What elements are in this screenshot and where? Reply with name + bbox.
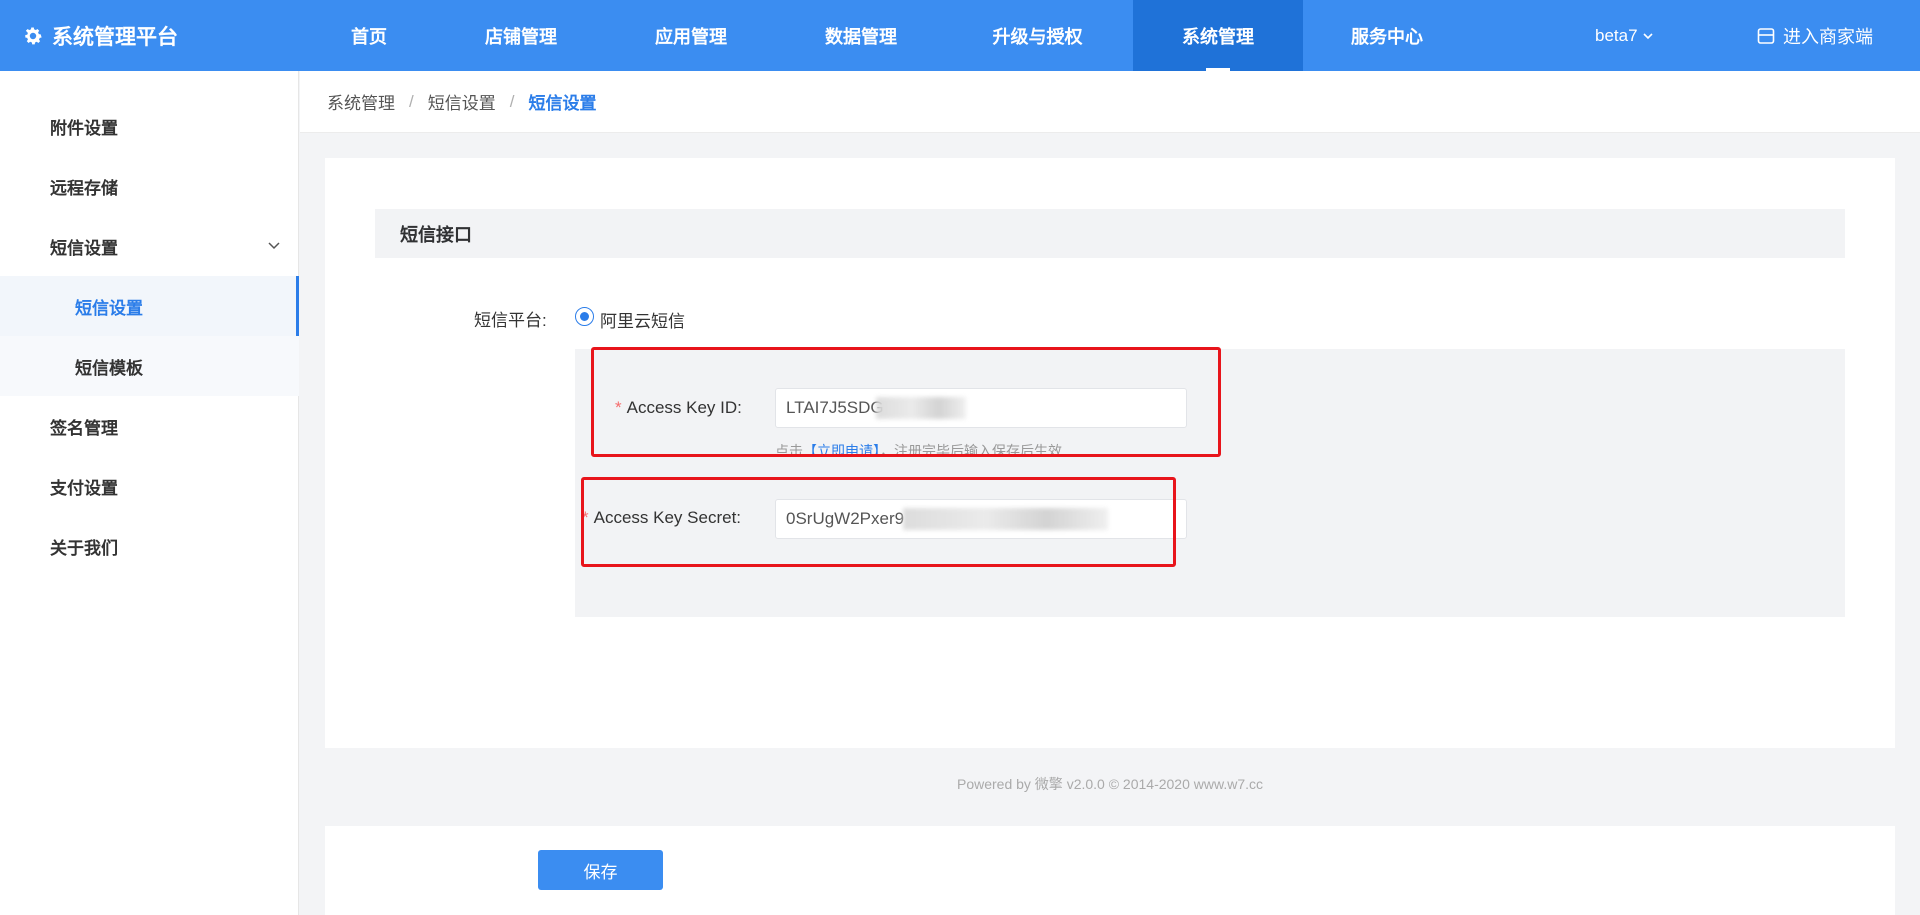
chevron-down-icon	[1642, 32, 1653, 39]
brand-title: 系统管理平台	[52, 25, 178, 49]
footer: Powered by 微擎 v2.0.0 © 2014-2020 www.w7.…	[956, 776, 1264, 792]
breadcrumb-item[interactable]: 短信设置	[428, 89, 496, 114]
sidebar-item-label: 附件设置	[50, 118, 118, 138]
username: beta7	[1595, 25, 1638, 45]
sidebar-item-label: 短信模板	[75, 358, 143, 378]
sidebar-item-remote-storage[interactable]: 远程存储	[0, 156, 299, 216]
sidebar-subitem-sms-templates[interactable]: 短信模板	[0, 336, 299, 396]
sidebar-item-payment[interactable]: 支付设置	[0, 456, 299, 516]
gear-icon	[25, 26, 42, 44]
sidebar-item-label: 关于我们	[50, 538, 118, 558]
breadcrumb-current: 短信设置	[528, 94, 597, 113]
sidebar: 附件设置 远程存储 短信设置 短信设置 短信模板 签名管理 支付设置 关于我们	[0, 71, 299, 915]
nav-upgrade-license[interactable]: 升级与授权	[970, 0, 1105, 71]
nav-service-center[interactable]: 服务中心	[1332, 0, 1442, 71]
nav-shop-management[interactable]: 店铺管理	[466, 0, 576, 71]
nav-label: 服务中心	[1351, 26, 1423, 47]
save-button[interactable]: 保存	[538, 850, 663, 890]
merchant-link[interactable]: 进入商家端	[1757, 0, 1873, 71]
sidebar-item-attachment[interactable]: 附件设置	[0, 96, 299, 156]
nav-label: 系统管理	[1182, 26, 1254, 47]
sidebar-item-label: 短信设置	[50, 238, 118, 258]
breadcrumb: 系统管理 / 短信设置 / 短信设置	[300, 71, 1920, 133]
nav-app-management[interactable]: 应用管理	[636, 0, 746, 71]
sidebar-item-label: 支付设置	[50, 478, 118, 498]
sidebar-subitem-sms-settings[interactable]: 短信设置	[0, 276, 299, 336]
section-title: 短信接口	[375, 209, 1845, 258]
sidebar-item-label: 远程存储	[50, 178, 118, 198]
nav-label: 数据管理	[825, 26, 897, 47]
highlight-box-access-key-id	[591, 347, 1221, 457]
breadcrumb-item[interactable]: 系统管理	[327, 89, 395, 114]
breadcrumb-separator: /	[509, 91, 515, 111]
highlight-box-access-key-secret	[581, 477, 1176, 567]
nav-label: 店铺管理	[485, 26, 557, 47]
platform-label-text: 短信平台:	[474, 311, 547, 330]
nav-label: 首页	[351, 26, 387, 47]
top-navbar: 系统管理平台 首页 店铺管理 应用管理 数据管理 升级与授权 系统管理 服务中心…	[0, 0, 1920, 71]
user-menu[interactable]: beta7	[1595, 0, 1654, 71]
sidebar-item-label: 签名管理	[50, 418, 118, 438]
merchant-label: 进入商家端	[1783, 26, 1873, 47]
nav-system-management[interactable]: 系统管理	[1133, 0, 1303, 71]
sidebar-item-sms-settings[interactable]: 短信设置	[0, 216, 299, 276]
sidebar-item-about[interactable]: 关于我们	[0, 516, 299, 576]
radio-aliyun-sms-label[interactable]: 阿里云短信	[600, 307, 685, 332]
brand[interactable]: 系统管理平台	[22, 0, 178, 71]
store-icon	[1757, 27, 1775, 44]
platform-label: 短信平台:	[474, 306, 547, 331]
nav-data-management[interactable]: 数据管理	[806, 0, 916, 71]
breadcrumb-separator: /	[409, 91, 414, 111]
sidebar-item-label: 短信设置	[75, 298, 143, 318]
nav-label: 应用管理	[655, 26, 727, 47]
section-title-text: 短信接口	[400, 224, 472, 245]
nav-label: 升级与授权	[992, 26, 1083, 47]
nav-home[interactable]: 首页	[314, 0, 424, 71]
sidebar-item-signature[interactable]: 签名管理	[0, 396, 299, 456]
radio-aliyun-sms[interactable]	[575, 307, 594, 326]
chevron-down-icon	[268, 242, 280, 250]
